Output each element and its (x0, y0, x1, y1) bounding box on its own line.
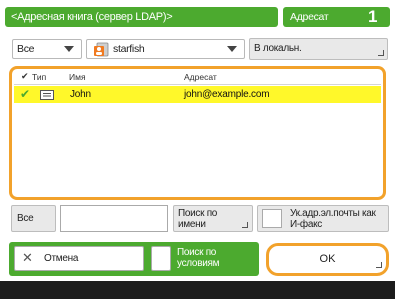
address-book-icon (94, 42, 109, 57)
row-check-icon: ✔ (20, 87, 31, 101)
address-count: 1 (368, 7, 378, 26)
email-icon (40, 90, 54, 100)
filter-chevron-down-icon (64, 46, 74, 52)
filter-select-value: Все (17, 43, 35, 55)
cancel-button-label: Отмена (44, 253, 79, 264)
bottom-bar (0, 281, 395, 299)
search-by-name-corner-icon (242, 222, 248, 228)
close-icon: ✕ (22, 250, 33, 265)
column-address: Адресат (184, 72, 217, 82)
address-tab-label: Адресат (290, 11, 329, 23)
server-chevron-down-icon (227, 46, 237, 52)
table-row[interactable]: ✔ John john@example.com (14, 86, 381, 103)
ok-corner-icon (376, 262, 382, 268)
ifax-checkbox[interactable] (262, 209, 282, 228)
all-button-label: Все (17, 213, 34, 224)
row-address: john@example.com (184, 89, 270, 100)
server-select-value: starfish (113, 43, 145, 55)
list-header: ✔ Тип Имя Адресат (14, 70, 381, 85)
cancel-button[interactable] (14, 246, 144, 271)
column-name: Имя (69, 72, 86, 82)
column-type: Тип (32, 72, 47, 82)
row-name: John (70, 89, 91, 100)
search-by-condition-button[interactable] (151, 246, 171, 271)
header-check-icon: ✔ (21, 71, 29, 81)
search-by-name-label: Поиск по имени (178, 208, 218, 230)
page-title: <Адресная книга (сервер LDAP)> (11, 11, 173, 23)
to-local-contacts-label: В локальн. (254, 43, 302, 54)
to-local-contacts-corner-icon (378, 50, 384, 56)
ok-button-label: OK (319, 253, 336, 265)
search-by-condition-label: Поиск по условиям (177, 247, 220, 269)
ifax-address-label: Ук.адр.эл.почты как И-факс (290, 208, 376, 230)
search-input[interactable] (60, 205, 168, 232)
